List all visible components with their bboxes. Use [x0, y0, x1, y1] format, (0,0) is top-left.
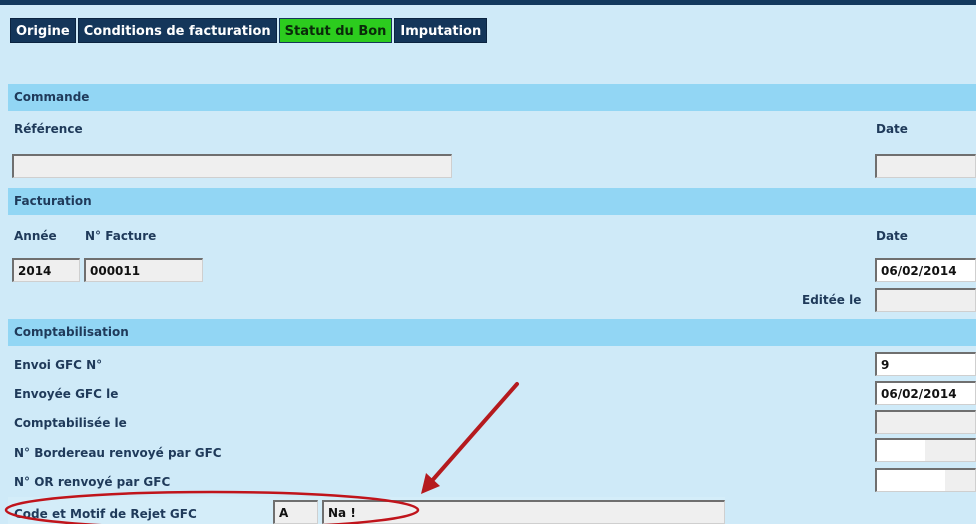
- reference-field[interactable]: [12, 154, 452, 178]
- tab-origine[interactable]: Origine: [10, 18, 76, 43]
- envoyee-gfc-label: Envoyée GFC le: [14, 387, 119, 401]
- annee-field[interactable]: 2014: [12, 258, 80, 282]
- or-field[interactable]: [875, 468, 976, 492]
- envoyee-gfc-field[interactable]: 06/02/2014: [875, 381, 976, 405]
- bordereau-label: N° Bordereau renvoyé par GFC: [14, 446, 222, 460]
- rejet-code-field[interactable]: A: [273, 500, 318, 524]
- section-commande-header: Commande: [8, 84, 976, 111]
- tab-bar: Origine Conditions de facturation Statut…: [10, 18, 488, 43]
- tab-conditions-facturation[interactable]: Conditions de facturation: [77, 18, 277, 43]
- commande-date-field[interactable]: [875, 154, 976, 178]
- bordereau-field-grey-part: [925, 440, 975, 461]
- facture-number-field[interactable]: 000011: [84, 258, 203, 282]
- facture-number-label: N° Facture: [85, 229, 157, 243]
- comptabilisee-field[interactable]: [875, 410, 976, 434]
- envoi-gfc-field[interactable]: 9: [875, 352, 976, 376]
- rejet-motif-field[interactable]: Na !: [322, 500, 725, 524]
- tab-imputation[interactable]: Imputation: [394, 18, 488, 43]
- reference-label: Référence: [14, 122, 83, 136]
- facturation-date-field[interactable]: 06/02/2014: [875, 258, 976, 282]
- editee-le-label: Editée le: [802, 293, 862, 307]
- envoi-gfc-label: Envoi GFC N°: [14, 358, 103, 372]
- editee-le-field[interactable]: [875, 288, 976, 312]
- commande-date-label: Date: [876, 122, 908, 136]
- or-label: N° OR renvoyé par GFC: [14, 475, 171, 489]
- comptabilisee-label: Comptabilisée le: [14, 416, 127, 430]
- or-field-grey-part: [945, 470, 975, 491]
- rejet-label: Code et Motif de Rejet GFC: [14, 507, 197, 521]
- section-facturation-header: Facturation: [8, 188, 976, 215]
- section-comptabilisation-header: Comptabilisation: [8, 319, 976, 346]
- facturation-date-label: Date: [876, 229, 908, 243]
- tab-statut-du-bon[interactable]: Statut du Bon: [278, 18, 393, 43]
- annee-label: Année: [14, 229, 57, 243]
- bordereau-field[interactable]: [875, 438, 976, 462]
